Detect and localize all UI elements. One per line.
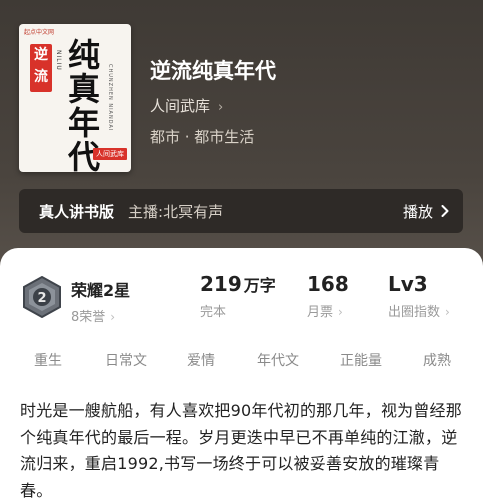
cover-publisher: 起点中文网 — [24, 29, 55, 36]
chevron-right-icon — [441, 205, 449, 217]
honor-points-value: 8荣誉 — [71, 310, 106, 325]
audio-version-bar[interactable]: 真人讲书版 主播:北冥有声 播放 — [19, 189, 463, 233]
chevron-right-icon: › — [338, 305, 343, 319]
cover-pinyin: NILIU — [55, 50, 62, 71]
book-cover[interactable]: 起点中文网 逆流 NILIU 纯真年代 CHUNZHEN NIANDAI 人间武… — [19, 24, 131, 172]
chevron-right-icon: › — [218, 100, 224, 115]
monthly-ticket-value: 168 — [307, 272, 349, 296]
popularity-label: 出圈指数 — [388, 305, 441, 320]
word-count-unit: 万字 — [243, 276, 276, 295]
honor-medal-icon: 2 — [22, 275, 62, 319]
book-title: 逆流纯真年代 — [150, 59, 276, 83]
audio-narrator: 主播:北冥有声 — [128, 202, 224, 221]
word-count-value: 219 — [200, 272, 242, 296]
tag-list: 重生 日常文 爱情 年代文 正能量 成熟 — [0, 350, 483, 372]
cover-badge: 逆流 — [30, 44, 52, 92]
honor-stat[interactable]: 荣耀2星 8荣誉 › — [71, 277, 130, 325]
tag-item[interactable]: 正能量 — [340, 350, 382, 370]
honor-points: 8荣誉 › — [71, 306, 130, 325]
author-link[interactable]: 人间武库 › — [150, 95, 223, 116]
audio-version-label: 真人讲书版 — [39, 202, 115, 221]
tag-item[interactable]: 成熟 — [423, 350, 451, 370]
completion-status: 完本 — [200, 305, 227, 320]
tag-item[interactable]: 爱情 — [187, 350, 215, 370]
popularity-level: Lv3 — [388, 272, 428, 296]
play-label: 播放 — [402, 202, 433, 221]
monthly-ticket-stat[interactable]: 168 月票 › — [307, 272, 349, 320]
tag-item[interactable]: 年代文 — [257, 350, 299, 370]
play-button[interactable]: 播放 — [403, 201, 449, 222]
chevron-right-icon: › — [110, 310, 116, 324]
tag-item[interactable]: 重生 — [34, 350, 62, 370]
svg-text:2: 2 — [37, 291, 46, 306]
honor-level: 荣耀2星 — [71, 281, 131, 300]
chevron-right-icon: › — [445, 305, 450, 319]
book-description[interactable]: 时光是一艘航船，有人喜欢把90年代初的那几年，视为曾经那个纯真年代的最后一程。岁… — [20, 398, 465, 500]
tag-item[interactable]: 日常文 — [105, 350, 147, 370]
author-name: 人间武库 — [150, 97, 211, 115]
popularity-stat[interactable]: Lv3 出圈指数 › — [388, 272, 450, 320]
cover-subtitle: CHUNZHEN NIANDAI — [107, 64, 113, 132]
monthly-ticket-label: 月票 — [307, 305, 334, 320]
cover-author: 人间武库 — [93, 148, 127, 160]
word-count-stat: 219 万字 完本 — [200, 272, 276, 320]
book-category: 都市 · 都市生活 — [150, 128, 255, 146]
